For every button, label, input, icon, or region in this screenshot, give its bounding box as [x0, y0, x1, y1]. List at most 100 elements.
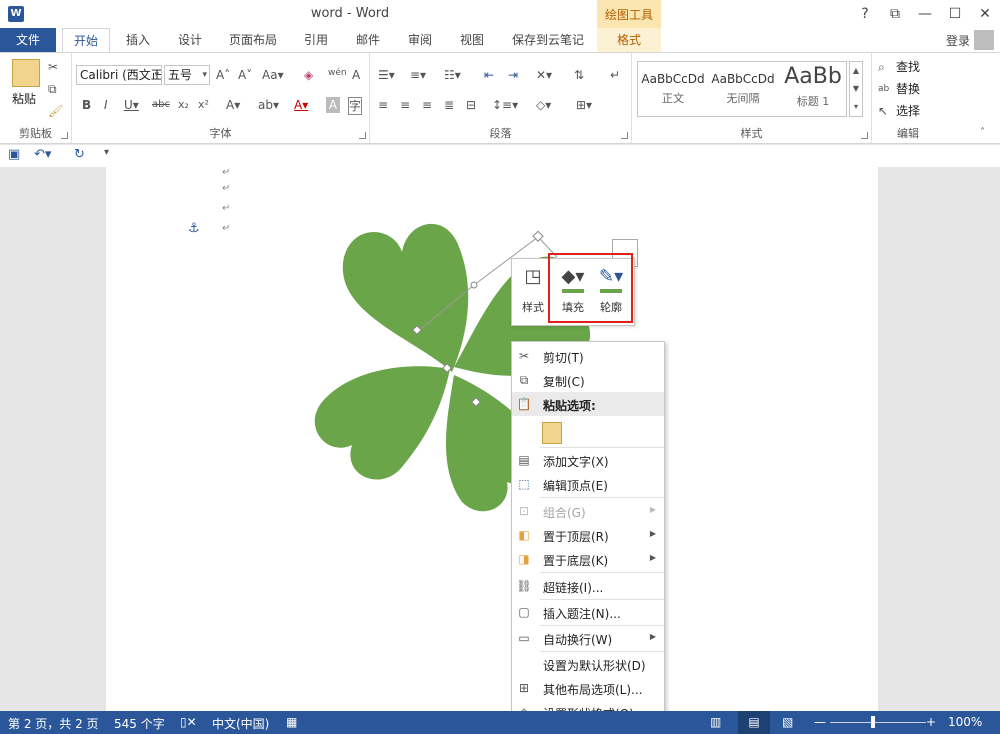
text-effects-icon[interactable]: A▾	[226, 97, 240, 113]
format-painter-icon[interactable]: 🖌	[48, 103, 63, 119]
collapse-ribbon-icon[interactable]: ˄	[980, 125, 985, 141]
style-heading-1[interactable]: AaBb 标题 1	[778, 62, 848, 116]
bullets-icon[interactable]: ☰▾	[378, 67, 395, 83]
show-marks-icon[interactable]: ↵	[610, 67, 620, 83]
line-spacing-icon[interactable]: ↕≡▾	[492, 97, 518, 113]
redo-icon[interactable]: ↻	[74, 147, 85, 162]
proofing-icon[interactable]: ▯✕	[180, 715, 197, 729]
tab-file[interactable]: 文件	[0, 28, 56, 52]
customize-qat-icon[interactable]: ▾	[104, 147, 109, 158]
menu-insert-caption[interactable]: ▢ 插入题注(N)...	[512, 600, 664, 624]
superscript-icon[interactable]: x²	[198, 97, 209, 113]
grow-font-icon[interactable]: A˄	[216, 67, 230, 83]
font-launcher-icon[interactable]	[359, 132, 366, 139]
italic-icon[interactable]: I	[104, 97, 108, 113]
font-color-icon[interactable]: A▾	[294, 97, 308, 113]
zoom-slider[interactable]	[830, 722, 926, 723]
paragraph-launcher-icon[interactable]	[621, 132, 628, 139]
menu-bring-to-front[interactable]: ◧ 置于顶层(R) ▶	[512, 523, 664, 547]
word-count[interactable]: 545 个字	[114, 715, 165, 732]
shrink-font-icon[interactable]: A˅	[238, 67, 252, 83]
tab-references[interactable]: 引用	[294, 28, 338, 52]
tab-view[interactable]: 视图	[450, 28, 494, 52]
bold-icon[interactable]: B	[82, 97, 91, 113]
mini-style-button[interactable]: ◳ 样式	[514, 259, 552, 325]
char-border-icon[interactable]: A	[352, 67, 360, 83]
menu-cut[interactable]: ✂ 剪切(T)	[512, 344, 664, 368]
strikethrough-icon[interactable]: abc	[152, 97, 170, 113]
style-gallery-scroll[interactable]: ▲ ▼ ▾	[849, 61, 863, 117]
menu-edit-points[interactable]: ⬚ 编辑顶点(E)	[512, 472, 664, 496]
align-left-icon[interactable]: ≡	[378, 97, 388, 113]
save-icon[interactable]: ▣	[8, 147, 20, 162]
justify-icon[interactable]: ≣	[444, 97, 454, 113]
tab-home[interactable]: 开始	[62, 28, 110, 52]
menu-set-default-shape[interactable]: 设置为默认形状(D)	[512, 652, 664, 676]
menu-copy[interactable]: ⧉ 复制(C)	[512, 368, 664, 392]
tab-format[interactable]: 格式	[597, 28, 661, 52]
minimize-button[interactable]: —	[910, 0, 940, 28]
chinese-layout-icon[interactable]: ✕▾	[536, 67, 552, 83]
tab-page-layout[interactable]: 页面布局	[222, 28, 284, 52]
cut-icon[interactable]: ✂	[48, 59, 58, 75]
tab-mailings[interactable]: 邮件	[346, 28, 390, 52]
enclose-char-icon[interactable]: 字	[348, 97, 362, 115]
styles-launcher-icon[interactable]	[861, 132, 868, 139]
menu-add-text[interactable]: ▤ 添加文字(X)	[512, 448, 664, 472]
sort-icon[interactable]: ⇅	[574, 67, 584, 83]
increase-indent-icon[interactable]: ⇥	[508, 67, 518, 83]
align-center-icon[interactable]: ≡	[400, 97, 410, 113]
find-button[interactable]: 查找	[896, 59, 920, 75]
login-link[interactable]: 登录	[946, 32, 970, 49]
replace-icon[interactable]: ab	[878, 81, 889, 97]
find-icon[interactable]: ⌕	[878, 59, 885, 75]
web-layout-icon[interactable]: ▧	[782, 715, 793, 729]
change-case-icon[interactable]: Aa▾	[262, 67, 284, 83]
borders-icon[interactable]: ⊞▾	[576, 97, 592, 113]
align-right-icon[interactable]: ≡	[422, 97, 432, 113]
highlight-icon[interactable]: ab▾	[258, 97, 279, 113]
macro-icon[interactable]: ▦	[286, 715, 297, 729]
zoom-out-icon[interactable]: —	[814, 715, 826, 729]
copy-icon[interactable]: ⧉	[48, 81, 57, 97]
phonetic-guide-icon[interactable]: wén	[328, 65, 347, 81]
menu-send-to-back[interactable]: ◨ 置于底层(K) ▶	[512, 547, 664, 571]
font-size-combo[interactable]: 五号	[164, 65, 210, 85]
char-shading-icon[interactable]: A	[326, 97, 340, 113]
clear-format-icon[interactable]: ◈	[304, 67, 313, 83]
font-name-combo[interactable]: Calibri (西文正	[76, 65, 162, 85]
decrease-indent-icon[interactable]: ⇤	[484, 67, 494, 83]
tab-insert[interactable]: 插入	[116, 28, 160, 52]
avatar[interactable]	[974, 30, 994, 50]
numbering-icon[interactable]: ≡▾	[410, 67, 426, 83]
ribbon-display-button[interactable]: ⧉	[880, 0, 910, 28]
language-indicator[interactable]: 中文(中国)	[212, 715, 269, 732]
distribute-icon[interactable]: ⊟	[466, 97, 476, 113]
replace-button[interactable]: 替换	[896, 81, 920, 97]
menu-hyperlink[interactable]: ⛓ 超链接(I)...	[512, 574, 664, 598]
style-no-spacing[interactable]: AaBbCcDd 无间隔	[708, 62, 778, 116]
clipboard-launcher-icon[interactable]	[61, 132, 68, 139]
page-indicator[interactable]: 第 2 页，共 2 页	[8, 715, 99, 732]
print-layout-icon[interactable]: ▤	[738, 711, 770, 734]
close-button[interactable]: ✕	[970, 0, 1000, 28]
read-mode-icon[interactable]: ▥	[710, 715, 721, 729]
help-button[interactable]: ?	[850, 0, 880, 28]
zoom-in-icon[interactable]: +	[926, 715, 936, 729]
zoom-level[interactable]: 100%	[948, 715, 982, 729]
underline-icon[interactable]: U▾	[124, 97, 139, 113]
multilevel-list-icon[interactable]: ☷▾	[444, 67, 461, 83]
subscript-icon[interactable]: x₂	[178, 97, 189, 113]
maximize-button[interactable]: ☐	[940, 0, 970, 28]
style-normal[interactable]: AaBbCcDd 正文	[638, 62, 708, 116]
select-button[interactable]: 选择	[896, 103, 920, 119]
tab-review[interactable]: 审阅	[398, 28, 442, 52]
tab-save-to-cloud-notes[interactable]: 保存到云笔记	[504, 28, 592, 52]
menu-wrap-text[interactable]: ▭ 自动换行(W) ▶	[512, 626, 664, 650]
document-page[interactable]: ↵ ↵ ↵ ↵ ⚓	[106, 167, 878, 711]
tab-design[interactable]: 设计	[168, 28, 212, 52]
menu-paste-keep-source[interactable]	[512, 418, 664, 446]
paste-icon[interactable]	[12, 59, 40, 87]
undo-icon[interactable]: ↶▾	[34, 147, 51, 162]
shading-icon[interactable]: ◇▾	[536, 97, 551, 113]
